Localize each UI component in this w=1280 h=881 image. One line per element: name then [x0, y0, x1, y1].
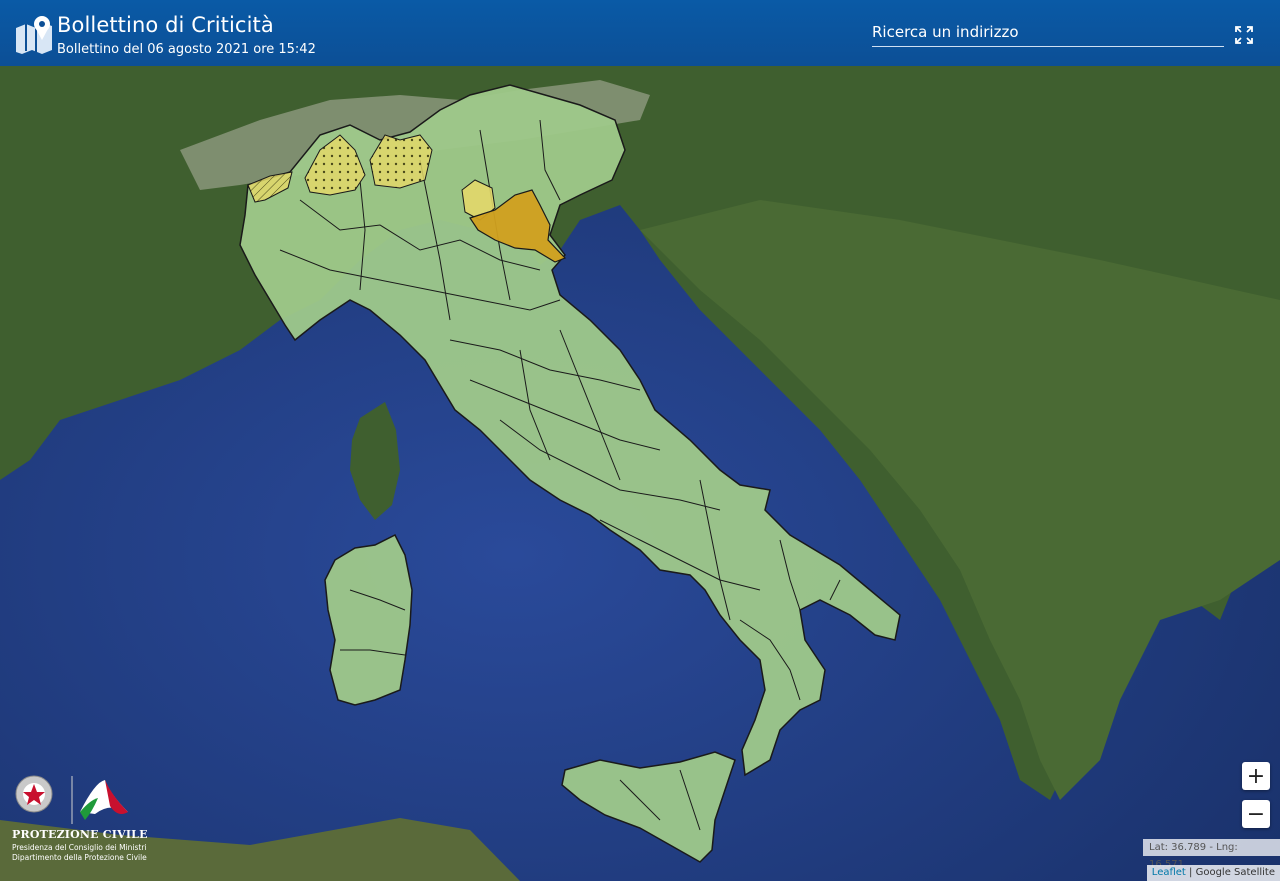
map-attribution: Leaflet | Google Satellite — [1146, 865, 1280, 881]
org-line-1: Presidenza del Consiglio dei Ministri — [12, 843, 147, 852]
page-title: Bollettino di Criticità — [57, 13, 274, 37]
bulletin-date: Bollettino del 06 agosto 2021 ore 15:42 — [57, 42, 316, 57]
coordinates-readout: Lat: 36.789 - Lng: 16.571 — [1143, 839, 1280, 870]
address-search-input[interactable] — [872, 20, 1222, 44]
attribution-separator: | — [1185, 867, 1196, 878]
protezione-civile-logo — [15, 775, 128, 824]
map-canvas[interactable] — [0, 66, 1280, 881]
layer-name: Google Satellite — [1195, 867, 1275, 878]
address-search — [872, 18, 1224, 47]
leaflet-link[interactable]: Leaflet — [1152, 867, 1186, 878]
fullscreen-icon[interactable] — [1234, 25, 1254, 45]
satellite-map — [0, 66, 1280, 881]
zoom-control: + − — [1242, 762, 1270, 838]
header-bar: Bollettino di Criticità Bollettino del 0… — [0, 0, 1280, 66]
sardinia[interactable] — [324, 533, 413, 706]
zoom-in-button[interactable]: + — [1242, 762, 1270, 790]
org-line-2: Dipartimento della Protezione Civile — [12, 853, 147, 862]
minus-icon: − — [1246, 801, 1266, 827]
zoom-out-button[interactable]: − — [1242, 800, 1270, 828]
plus-icon: + — [1246, 763, 1266, 789]
map-pin-icon — [16, 16, 52, 54]
